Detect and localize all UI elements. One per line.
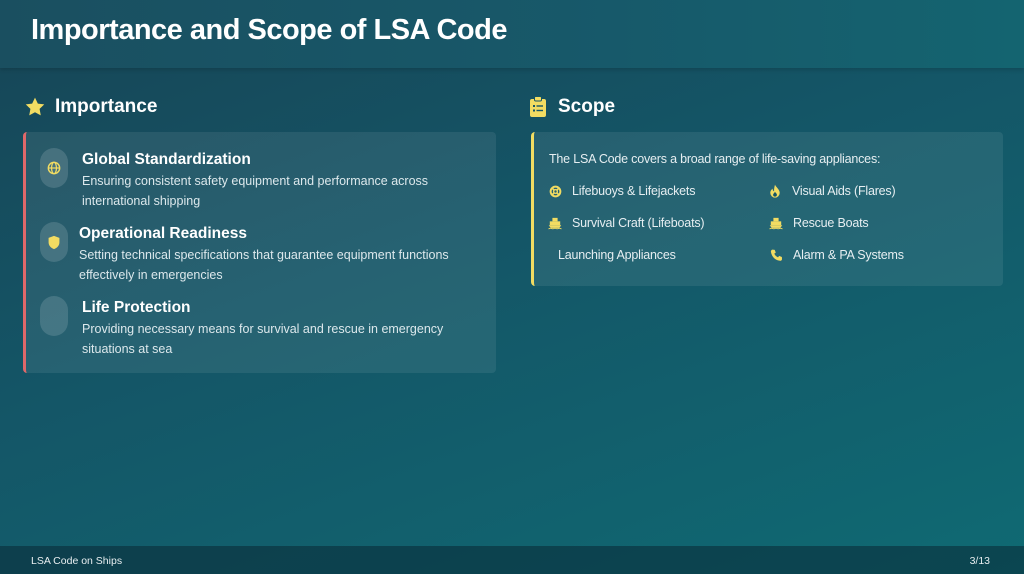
scope-item-label: Rescue Boats <box>793 216 869 230</box>
item-description: Ensuring consistent safety equipment and… <box>82 174 429 208</box>
scope-item-launching-appliances: Launching Appliances <box>558 248 676 262</box>
slide-header: Importance and Scope of LSA Code <box>0 0 1024 68</box>
slide-footer: LSA Code on Ships 3/13 <box>0 546 1024 574</box>
scope-title: Scope <box>558 96 616 117</box>
star-icon <box>24 96 46 118</box>
importance-title: Importance <box>55 96 158 117</box>
item-title: Global Standardization <box>82 151 251 168</box>
page-number: 3/13 <box>969 555 990 567</box>
scope-heading: Scope <box>527 94 615 120</box>
globe-icon <box>40 148 68 188</box>
scope-item-label: Launching Appliances <box>558 248 676 262</box>
ship-icon <box>548 216 562 230</box>
scope-item-survival-craft: Survival Craft (Lifeboats) <box>548 216 705 230</box>
scope-intro: The LSA Code covers a broad range of lif… <box>549 152 881 166</box>
scope-item-lifebuoys: Lifebuoys & Lifejackets <box>548 184 695 198</box>
scope-item-alarm-pa: Alarm & PA Systems <box>769 248 904 262</box>
scope-item-rescue-boats: Rescue Boats <box>769 216 869 230</box>
phone-icon <box>769 248 783 262</box>
importance-heading: Importance <box>24 94 157 120</box>
scope-card: The LSA Code covers a broad range of lif… <box>531 132 1003 286</box>
scope-item-visual-aids: Visual Aids (Flares) <box>768 184 896 198</box>
importance-card: Global Standardization Ensuring consiste… <box>23 132 496 373</box>
slide-title: Importance and Scope of LSA Code <box>31 14 507 46</box>
item-title: Life Protection <box>82 299 191 316</box>
item-description: Providing necessary means for survival a… <box>82 322 444 356</box>
item-description: Setting technical specifications that gu… <box>79 248 449 282</box>
shield-icon <box>40 222 68 262</box>
life-icon <box>40 296 68 336</box>
scope-item-label: Survival Craft (Lifeboats) <box>572 216 705 230</box>
clipboard-icon <box>527 96 549 118</box>
scope-item-label: Visual Aids (Flares) <box>792 184 896 198</box>
fire-icon <box>768 184 782 198</box>
footer-title: LSA Code on Ships <box>31 555 123 567</box>
lifebuoy-icon <box>548 184 562 198</box>
ship-icon <box>769 216 783 230</box>
item-title: Operational Readiness <box>79 225 247 242</box>
scope-item-label: Lifebuoys & Lifejackets <box>572 184 696 198</box>
scope-item-label: Alarm & PA Systems <box>793 248 904 262</box>
